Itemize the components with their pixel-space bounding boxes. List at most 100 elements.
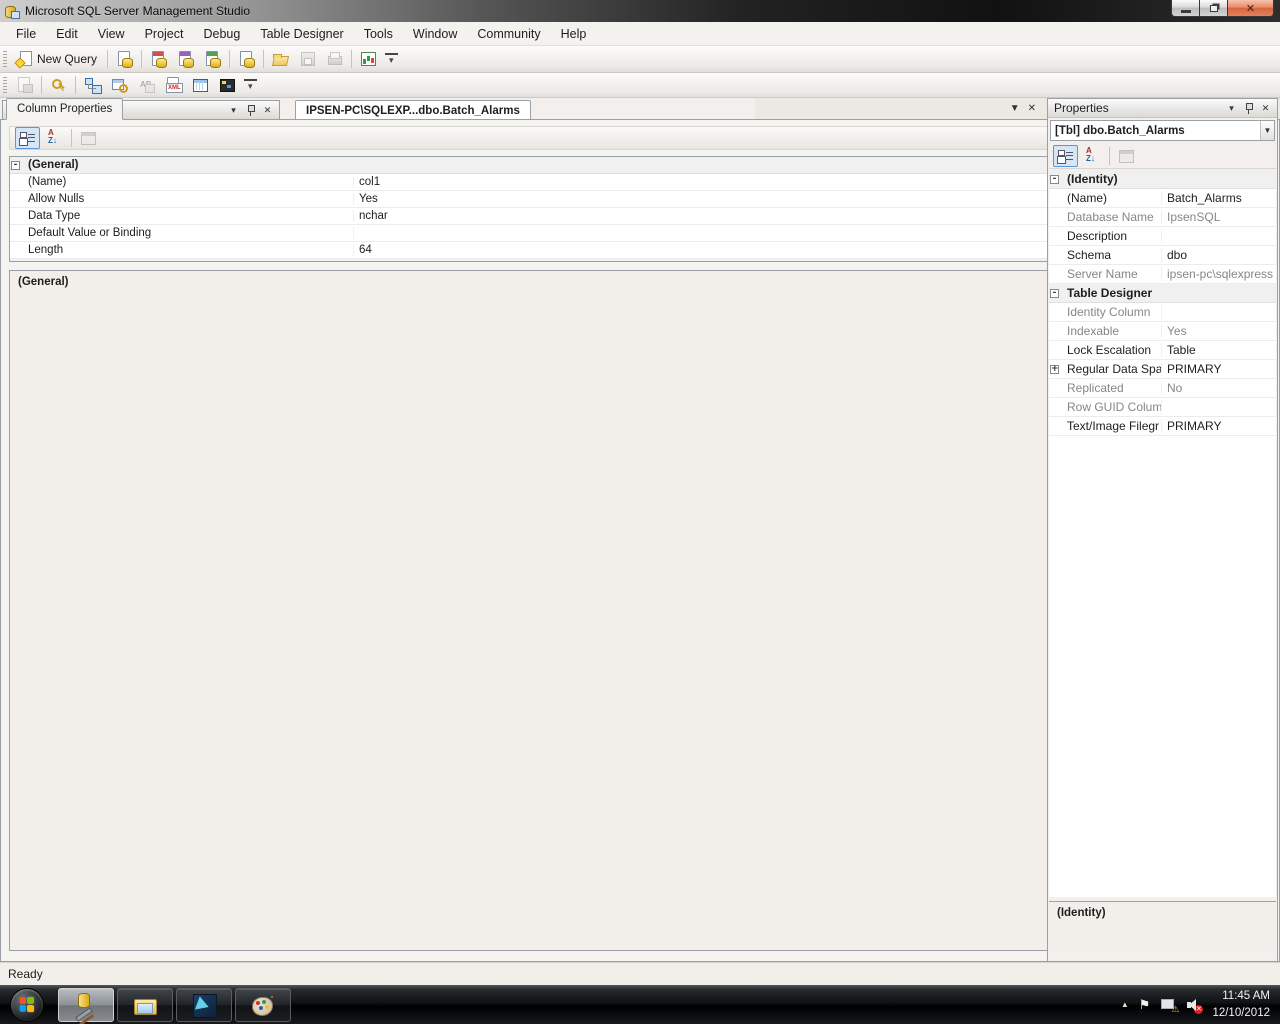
collapse-icon[interactable]: -	[11, 160, 20, 170]
window-position-icon[interactable]: ▾	[1224, 101, 1239, 115]
toolbar-grip[interactable]	[3, 77, 7, 93]
property-value[interactable]: PRIMARY	[1162, 419, 1276, 433]
toolbar-separator	[41, 76, 42, 94]
document-tab[interactable]: IPSEN-PC\SQLEXP...dbo.Batch_Alarms	[295, 100, 531, 120]
menu-tools[interactable]: Tools	[354, 23, 403, 45]
menu-table-designer[interactable]: Table Designer	[250, 23, 353, 45]
categorized-icon	[1057, 148, 1074, 164]
start-button[interactable]	[10, 987, 44, 1022]
combo-dropdown-icon[interactable]: ▼	[1260, 121, 1274, 140]
collapse-icon[interactable]: -	[1050, 288, 1059, 298]
xmla-query-button[interactable]	[200, 48, 225, 70]
active-files-dropdown-icon[interactable]: ▼	[1010, 103, 1020, 114]
property-category-table-designer[interactable]: -Table Designer	[1049, 284, 1276, 303]
property-value[interactable]: Yes	[1162, 324, 1276, 338]
window-position-icon[interactable]: ▾	[226, 103, 241, 117]
taskbar: ▲ ⚑ ✕ 11:45 AM 12/10/2012	[0, 985, 1280, 1024]
property-row-regular-data-spac[interactable]: + Regular Data Spac PRIMARY	[1049, 360, 1276, 379]
open-folder-button[interactable]	[268, 48, 293, 70]
new-query-button[interactable]: New Query	[12, 48, 103, 70]
close-document-icon[interactable]: ✕	[1028, 103, 1036, 114]
menu-window[interactable]: Window	[403, 23, 467, 45]
xmla-query-icon	[204, 51, 222, 68]
property-value[interactable]: Batch_Alarms	[1162, 191, 1276, 205]
close-panel-icon[interactable]: ✕	[1258, 101, 1273, 115]
network-warning-icon[interactable]	[1160, 998, 1179, 1015]
selected-object-label: [Tbl] dbo.Batch_Alarms	[1055, 124, 1185, 137]
spatial-indexes-button[interactable]	[215, 74, 240, 96]
close-panel-icon[interactable]: ✕	[260, 103, 275, 117]
set-primary-key-button[interactable]	[46, 74, 71, 96]
menu-debug[interactable]: Debug	[193, 23, 250, 45]
property-name: Replicated	[1063, 381, 1162, 395]
property-value[interactable]: ipsen-pc\sqlexpress	[1162, 267, 1276, 281]
property-name: Schema	[1063, 248, 1162, 262]
categorized-button[interactable]	[1053, 145, 1078, 167]
property-value[interactable]: IpsenSQL	[1162, 210, 1276, 224]
property-name: (Name)	[1063, 191, 1162, 205]
property-value[interactable]: No	[1162, 381, 1276, 395]
property-value[interactable]: dbo	[1162, 248, 1276, 262]
menu-community[interactable]: Community	[467, 23, 550, 45]
menu-project[interactable]: Project	[135, 23, 194, 45]
property-value[interactable]: Table	[1162, 343, 1276, 357]
open-file-query-button[interactable]	[234, 48, 259, 70]
manage-indexes-keys-button[interactable]	[107, 74, 132, 96]
property-row-name[interactable]: (Name) Batch_Alarms	[1049, 189, 1276, 208]
collapse-icon[interactable]: -	[1050, 174, 1059, 184]
activity-monitor-button[interactable]	[356, 48, 381, 70]
relationships-button[interactable]	[80, 74, 105, 96]
manage-xml-indexes-button[interactable]	[161, 74, 186, 96]
categorized-button[interactable]	[15, 127, 40, 149]
toolbar-grip[interactable]	[3, 51, 7, 67]
property-row-lock-escalation[interactable]: Lock Escalation Table	[1049, 341, 1276, 360]
property-name: Description	[1063, 229, 1162, 243]
object-selector-combo[interactable]: [Tbl] dbo.Batch_Alarms ▼	[1050, 120, 1275, 141]
volume-muted-icon[interactable]: ✕	[1186, 998, 1204, 1014]
minimize-button[interactable]	[1171, 0, 1200, 17]
menu-help[interactable]: Help	[551, 23, 597, 45]
alphabetical-button[interactable]	[42, 127, 67, 149]
toolbar-overflow-icon[interactable]: ▾	[385, 53, 398, 65]
menu-file[interactable]: File	[6, 23, 46, 45]
property-row-replicated[interactable]: Replicated No	[1049, 379, 1276, 398]
expand-icon[interactable]: +	[1050, 364, 1059, 374]
categorized-icon	[19, 130, 36, 146]
activity-monitor-icon	[360, 51, 377, 67]
restore-button[interactable]	[1200, 0, 1228, 17]
taskbar-clock[interactable]: 11:45 AM 12/10/2012	[1212, 988, 1270, 1020]
show-hidden-icons-button[interactable]: ▲	[1121, 1000, 1129, 1009]
taskbar-app-explorer[interactable]	[117, 987, 173, 1022]
property-row-schema[interactable]: Schema dbo	[1049, 246, 1276, 265]
toolbar-separator	[351, 50, 353, 68]
app-icon	[4, 4, 20, 19]
property-row-server-name[interactable]: Server Name ipsen-pc\sqlexpress	[1049, 265, 1276, 284]
toolbar-overflow-icon[interactable]: ▾	[244, 79, 257, 91]
menu-view[interactable]: View	[88, 23, 135, 45]
visual-studio-icon	[191, 992, 217, 1018]
property-row-text-image-filegr[interactable]: Text/Image Filegr PRIMARY	[1049, 417, 1276, 436]
dmx-query-button[interactable]	[173, 48, 198, 70]
action-center-icon[interactable]: ⚑	[1139, 997, 1151, 1013]
mdx-query-button[interactable]	[146, 48, 171, 70]
auto-hide-pin-icon[interactable]	[1241, 101, 1256, 115]
property-row-row-guid-colum[interactable]: Row GUID Colum	[1049, 398, 1276, 417]
database-query-button[interactable]	[112, 48, 137, 70]
taskbar-app-paint[interactable]	[235, 987, 291, 1022]
close-button[interactable]: ✕	[1228, 0, 1274, 17]
property-row-indexable[interactable]: Indexable Yes	[1049, 322, 1276, 341]
menu-edit[interactable]: Edit	[46, 23, 88, 45]
property-row-description[interactable]: Description	[1049, 227, 1276, 246]
auto-hide-pin-icon[interactable]	[243, 103, 258, 117]
property-row-database-name[interactable]: Database Name IpsenSQL	[1049, 208, 1276, 227]
property-pages-icon	[80, 130, 97, 146]
property-category-identity[interactable]: - (Identity)	[1049, 170, 1276, 189]
alphabetical-button[interactable]	[1080, 145, 1105, 167]
column-properties-tab[interactable]: Column Properties	[6, 98, 124, 120]
taskbar-app-visual-studio[interactable]	[176, 987, 232, 1022]
taskbar-app-ssms[interactable]	[58, 987, 114, 1022]
property-row-identity-column[interactable]: Identity Column	[1049, 303, 1276, 322]
property-value[interactable]: PRIMARY	[1162, 362, 1276, 376]
mdx-query-icon	[150, 51, 168, 68]
check-constraints-button[interactable]	[188, 74, 213, 96]
